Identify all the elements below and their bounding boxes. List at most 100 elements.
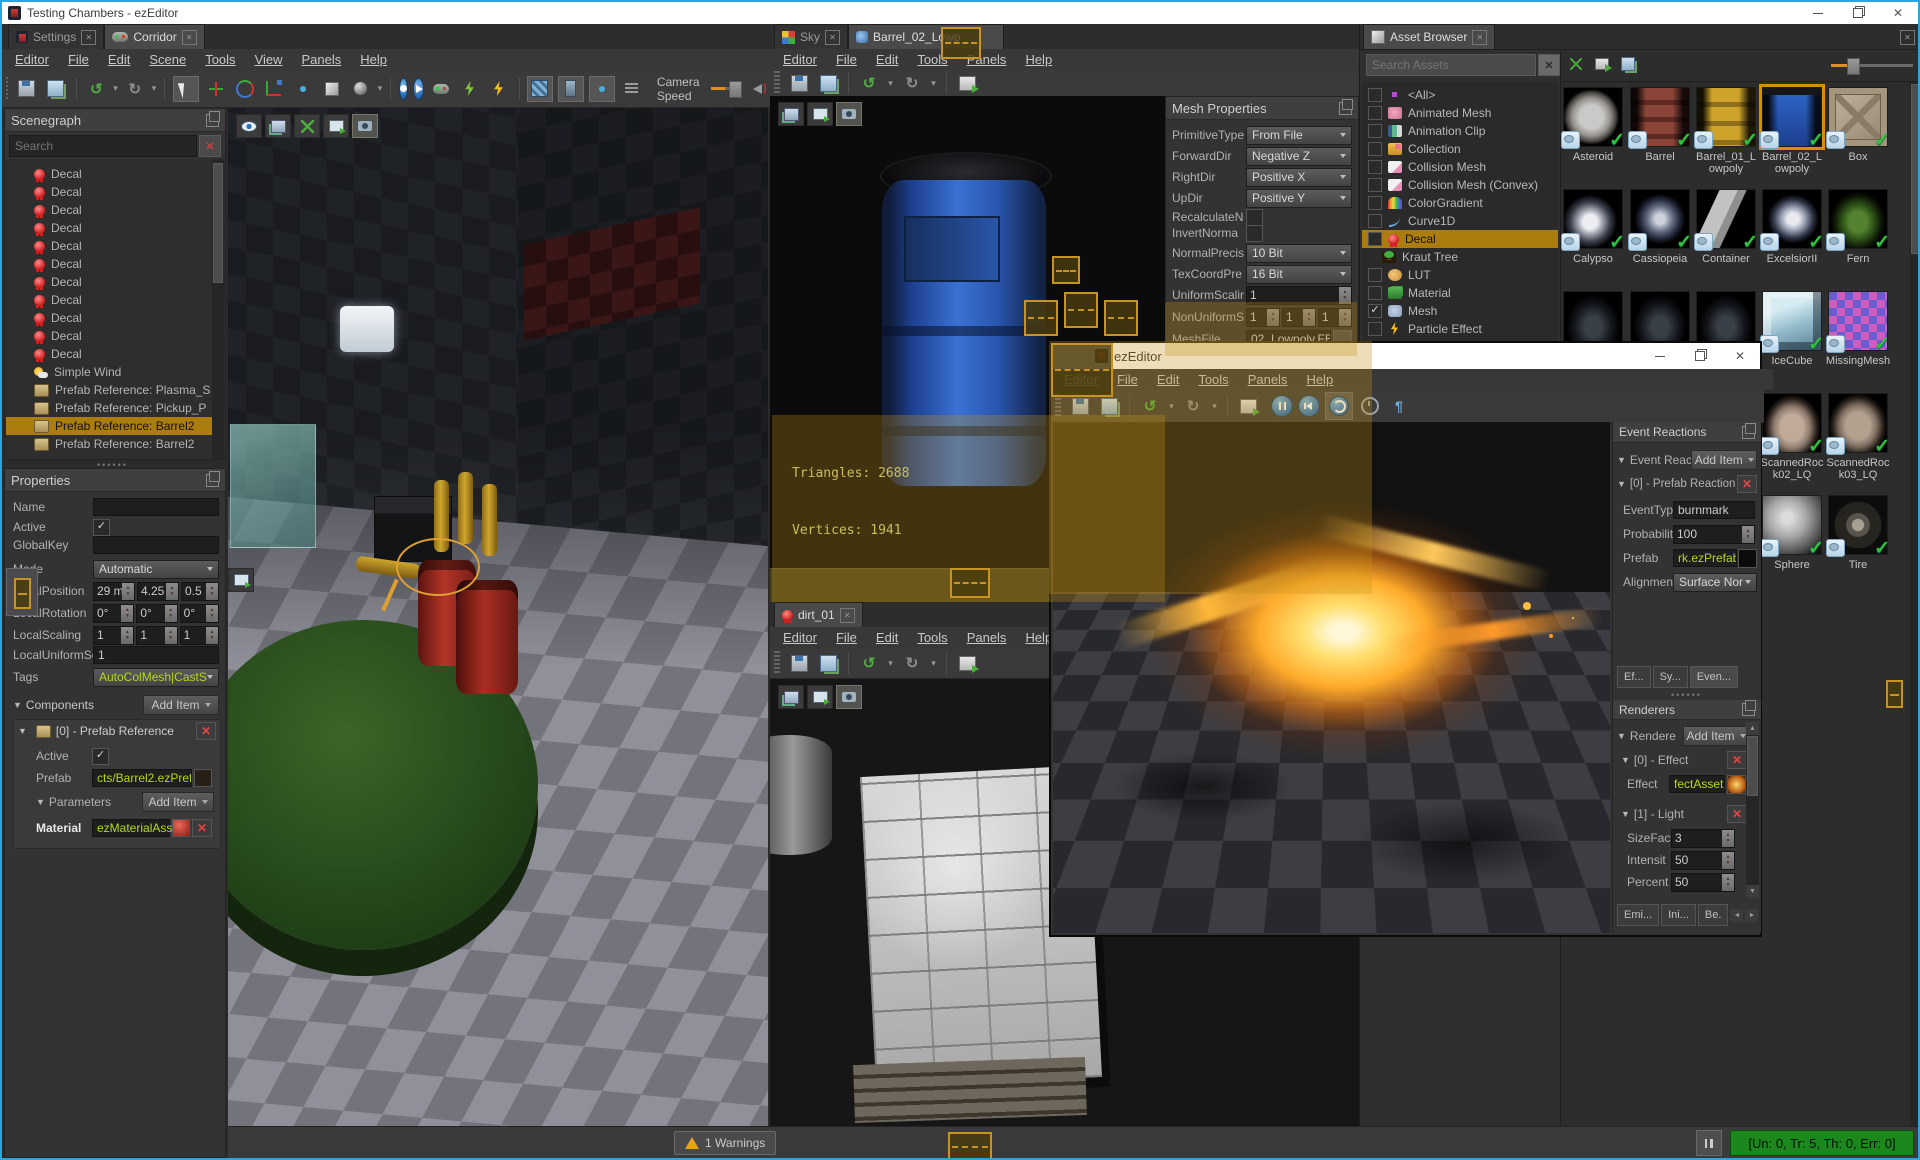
menu-tools[interactable]: Tools [205,52,235,67]
undo-button[interactable] [857,71,881,95]
properties-header[interactable]: Properties [5,469,225,492]
asset-calypso[interactable]: Calypso [1561,189,1623,265]
mute-sound-icon[interactable]: ) [748,77,772,101]
translate-tool-button[interactable] [204,77,228,101]
nonuniform-z-stepper[interactable]: 1 [1318,307,1352,327]
tab-scroll-left-icon[interactable]: ◄ [1730,908,1744,922]
tab-effect[interactable]: Ef... [1617,666,1651,688]
simulate-button[interactable] [487,77,511,101]
tree-item-curve1d[interactable]: Curve1D [1362,212,1558,230]
undo-dropdown-icon[interactable] [886,78,895,89]
remove-material-icon[interactable] [192,819,212,837]
menu-help[interactable]: Help [1306,372,1333,387]
add-parameter-button[interactable]: Add Item [142,792,214,812]
tab-dirt01-close-icon[interactable] [839,607,855,623]
asset-list-icon[interactable] [1619,55,1637,73]
remove-reaction-icon[interactable] [1737,475,1757,493]
asset-excelsior[interactable]: ExcelsiorII [1760,189,1822,265]
transform-assets-icon[interactable] [1593,55,1612,73]
menu-panels[interactable]: Panels [967,630,1007,645]
normalprecision-dropdown[interactable]: 10 Bit [1246,243,1352,263]
particle-viewport[interactable] [1053,422,1610,933]
renderers-header[interactable]: Renderers [1613,700,1761,720]
tab-asset-browser[interactable]: Asset Browser [1363,24,1496,49]
save-all-button[interactable] [816,651,840,675]
tab-system[interactable]: Sy... [1652,666,1688,688]
simulate-start-button[interactable] [458,77,482,101]
effect-thumbnail-button[interactable] [1727,774,1746,794]
minimize-button[interactable] [1798,2,1838,24]
tree-item-collision-mesh[interactable]: Collision Mesh [1362,158,1558,176]
menu-file[interactable]: File [1117,372,1138,387]
view-flag-button[interactable] [557,75,584,102]
save-button[interactable] [1068,394,1092,418]
tree-item-lut[interactable]: LUT [1362,266,1558,284]
material-thumbnail-button[interactable] [172,819,190,837]
scenegraph-header[interactable]: Scenegraph [5,109,225,132]
render-mode-button[interactable] [526,75,553,102]
primitivetype-dropdown[interactable]: From File [1246,125,1352,145]
redo-button[interactable] [123,77,147,101]
restore-button[interactable] [1838,2,1878,24]
redo-dropdown-icon[interactable] [929,658,938,669]
redo-dropdown-icon[interactable] [152,83,157,94]
menu-edit[interactable]: Edit [876,630,898,645]
restart-effect-button[interactable] [1298,395,1320,417]
asset-barrel02-selected[interactable]: Barrel_02_Lowpoly [1759,84,1825,175]
alignment-dropdown[interactable]: Surface Nor [1673,572,1757,592]
tab-sky-close-icon[interactable] [825,29,841,45]
pause-effect-button[interactable] [1271,395,1293,417]
redo-button[interactable] [900,651,924,675]
sphere-gizmo-button[interactable] [349,77,373,101]
scenegraph-item-prefab-plasma[interactable]: Prefab Reference: Plasma_S [6,381,211,399]
intensity-stepper[interactable]: 50 [1671,850,1735,870]
restore-panel-icon[interactable] [228,568,254,592]
scenegraph-search-input[interactable] [9,135,197,157]
warnings-button[interactable]: 1 Warnings [674,1131,777,1155]
uniformscaling-stepper[interactable]: 1 [1246,285,1352,305]
undo-dropdown-icon[interactable] [113,83,118,94]
nonuniform-y-stepper[interactable]: 1 [1282,307,1316,327]
thumbnail-size-slider[interactable] [1831,58,1913,75]
scenegraph-item-decal[interactable]: Decal [6,309,211,327]
menu-edit[interactable]: Edit [108,52,130,67]
scene-red-barrel-2[interactable] [456,580,518,694]
save-all-button[interactable] [1097,394,1121,418]
toolbar-grip[interactable] [774,71,780,95]
undo-button[interactable] [857,651,881,675]
export-asset-button[interactable] [1236,394,1260,418]
menu-editor[interactable]: Editor [783,630,817,645]
invertnormals-checkbox[interactable] [1246,224,1263,242]
asset-missingmesh[interactable]: MissingMesh [1826,291,1890,367]
toolbar-grip[interactable] [6,76,8,101]
minimize-button[interactable] [1640,345,1680,367]
asset-scannedrock02[interactable]: ScannedRock02_LQ [1760,393,1824,481]
menu-scene[interactable]: Scene [149,52,186,67]
remove-light-icon[interactable] [1727,805,1747,823]
rotation-y-stepper[interactable]: 0° [136,603,178,623]
screenshot-icon[interactable] [807,102,833,126]
fullscreen-icon[interactable] [294,114,320,138]
add-component-button[interactable]: Add Item [143,695,219,715]
scaling-x-stepper[interactable]: 1 [93,625,135,645]
remove-component-icon[interactable] [196,722,216,740]
tab-settings-close-icon[interactable] [81,29,97,45]
scaling-z-stepper[interactable]: 1 [179,625,220,645]
camera-speed-slider[interactable] [710,81,742,98]
menu-panels[interactable]: Panels [302,52,342,67]
panel-splitter[interactable]: •••••• [1671,690,1702,700]
simulate-gamepad-button[interactable] [429,77,453,101]
menu-view[interactable]: View [255,52,283,67]
event-reactions-header[interactable]: Event Reactions [1613,422,1761,443]
camera-icon[interactable] [836,102,862,126]
uniformscaling-field[interactable]: 1 [93,646,219,664]
nonuniform-x-stepper[interactable]: 1 [1246,307,1280,327]
camera-icon[interactable] [836,685,862,709]
redo-dropdown-icon[interactable] [1210,401,1219,412]
maximize-button[interactable] [1680,345,1720,367]
undo-button[interactable] [84,77,108,101]
redo-button[interactable] [900,71,924,95]
asset-asteroid[interactable]: Asteroid [1561,87,1623,163]
panel-close-icon[interactable] [1900,30,1915,45]
rotation-z-stepper[interactable]: 0° [179,603,220,623]
